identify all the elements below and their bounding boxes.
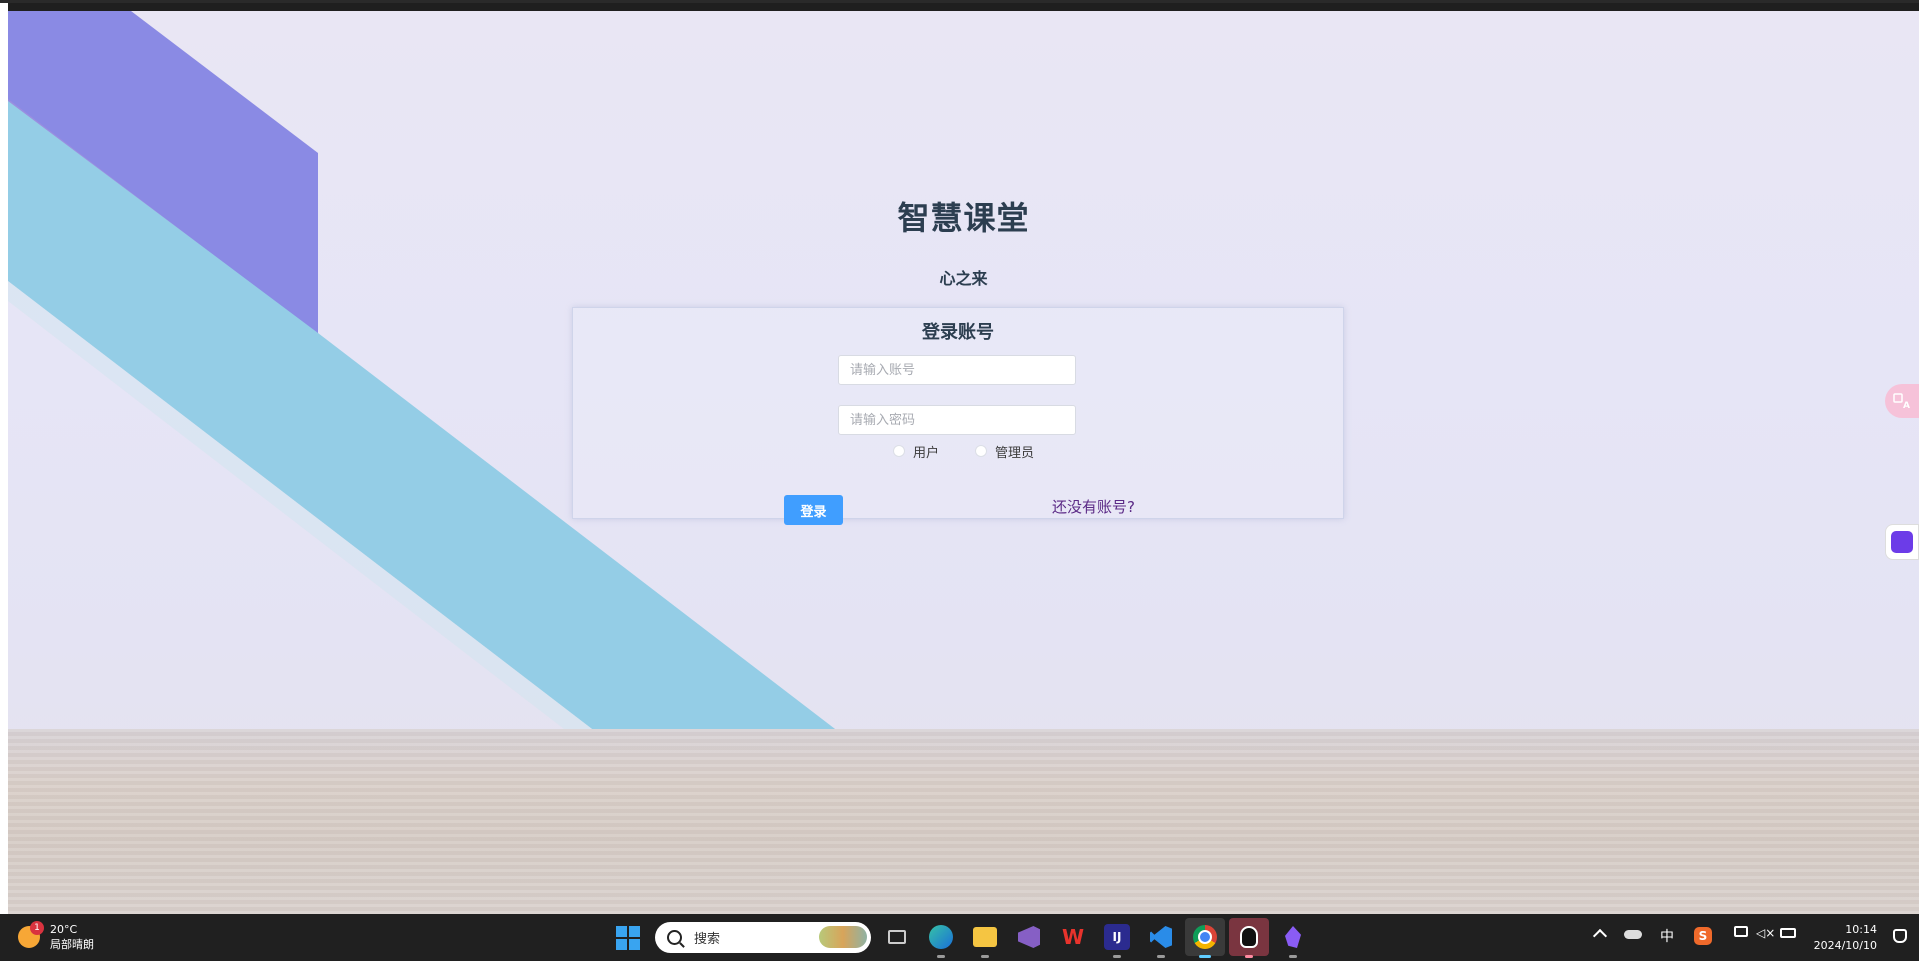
floor-background [8,729,1919,914]
translate-icon[interactable]: A [1885,384,1919,418]
password-input[interactable]: 请输入密码 [838,405,1076,435]
login-heading: 登录账号 [922,322,994,343]
network-icon[interactable] [1734,926,1748,937]
weather-desc: 局部晴朗 [50,938,94,951]
sogou-ime-icon[interactable]: S [1694,927,1712,945]
translate-glyph-icon: A [1893,393,1910,409]
weather-temp: 20°C [50,923,78,936]
weather-widget[interactable]: 1 20°C 局部晴朗 [18,921,94,952]
taskbar-search[interactable]: 搜索 [655,922,871,953]
clock-time: 10:14 [1845,923,1877,936]
window-top-border [0,0,1919,3]
radio-circle[interactable] [893,445,905,457]
system-clock[interactable]: 10:14 2024/10/10 [1814,922,1877,954]
role-label-admin: 管理员 [995,445,1035,461]
windows-start-icon[interactable] [616,926,640,950]
window-left-border [0,3,8,914]
ime-indicator[interactable]: 中 [1660,926,1674,946]
chat-widget-icon[interactable] [1885,524,1919,560]
role-label-user: 用户 [913,445,940,461]
weather-icon: 1 [18,921,44,948]
radio-circle[interactable] [975,445,987,457]
taskbar: 1 20°C 局部晴朗 搜索 W IJ 中 S ◁× 10:14 2024/10… [0,914,1919,961]
onedrive-icon[interactable] [1624,926,1642,939]
intellij-icon[interactable]: IJ [1104,924,1130,958]
edge-icon[interactable] [928,924,954,958]
notification-bell-icon[interactable] [1893,929,1907,943]
file-explorer-icon[interactable] [972,924,998,958]
chat-widget-logo-icon [1891,531,1913,553]
clock-date: 2024/10/10 [1813,939,1877,952]
login-card: 登录账号 请输入账号 请输入密码 用户 管理员 登录 还没有账号? [572,307,1344,525]
visual-studio-icon[interactable] [1016,924,1042,950]
vscode-icon[interactable] [1148,924,1174,958]
account-input[interactable]: 请输入账号 [838,355,1076,385]
register-link[interactable]: 还没有账号? [1052,496,1135,517]
svg-text:A: A [1903,401,1910,409]
battery-icon[interactable] [1780,926,1796,938]
role-radio-user[interactable]: 用户 [893,442,940,461]
login-button[interactable]: 登录 [784,495,843,525]
volume-muted-icon[interactable]: ◁× [1756,926,1775,940]
search-highlight-image [819,926,867,948]
page-subtitle: 心之来 [939,269,988,288]
role-radio-admin[interactable]: 管理员 [975,442,1035,461]
task-view-icon[interactable] [884,924,910,950]
search-label: 搜索 [694,932,721,947]
weather-badge: 1 [30,921,44,935]
chrome-icon[interactable] [1192,924,1218,958]
tray-chevron-up-icon[interactable] [1592,926,1608,944]
search-icon [667,930,682,945]
obsidian-icon[interactable] [1280,924,1306,958]
wps-icon[interactable]: W [1060,924,1086,950]
page-title: 智慧课堂 [897,199,1030,237]
qq-icon[interactable] [1236,924,1262,958]
login-page: 智慧课堂 心之来 登录账号 请输入账号 请输入密码 用户 管理员 登录 还没有账… [8,11,1919,914]
